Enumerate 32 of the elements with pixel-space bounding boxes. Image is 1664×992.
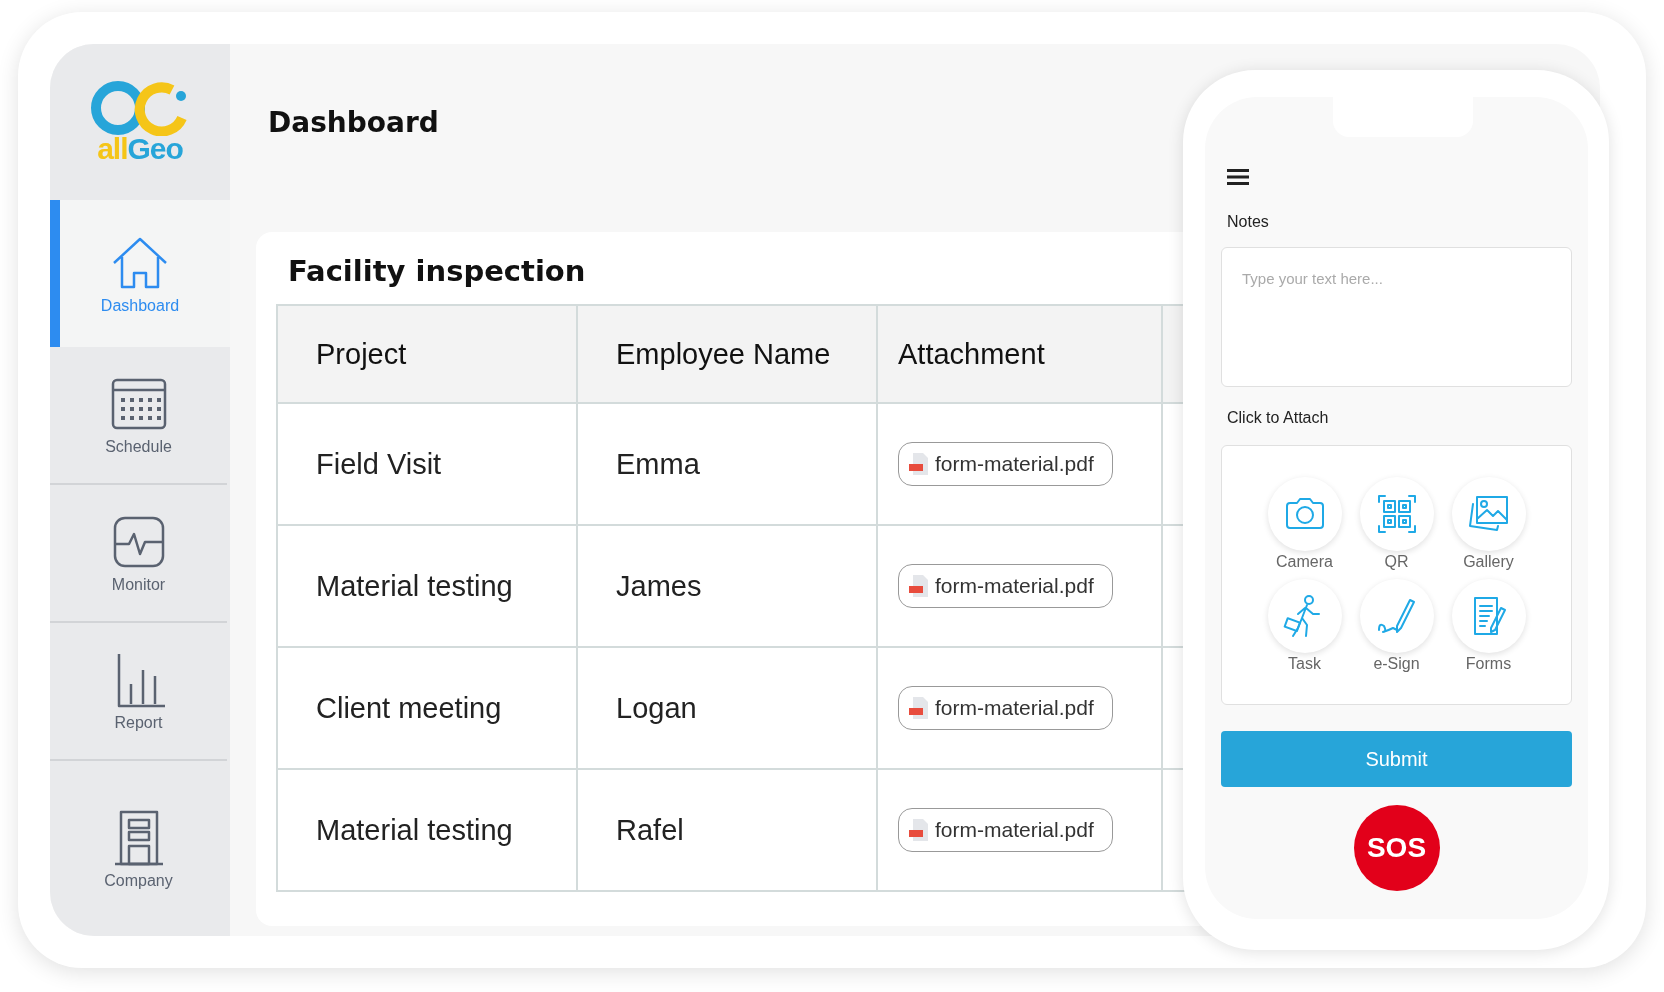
logo: allGeo xyxy=(90,80,190,164)
menu-icon[interactable] xyxy=(1227,167,1251,187)
attachment-chip[interactable]: form-material.pdf xyxy=(898,686,1113,730)
sidebar-item[interactable]: Report xyxy=(50,623,227,761)
attachment-chip[interactable]: form-material.pdf xyxy=(898,442,1113,486)
sos-button[interactable]: SOS xyxy=(1353,805,1440,891)
pdf-file-icon xyxy=(909,575,929,597)
table-cell: James xyxy=(616,569,702,603)
notes-label: Notes xyxy=(1227,213,1270,231)
column-header: Project xyxy=(316,337,407,371)
page-title: Dashboard xyxy=(268,105,439,139)
notes-field[interactable]: Type your text here... xyxy=(1221,247,1572,387)
column-header: Attachment xyxy=(898,337,1045,371)
sidebar-item[interactable]: Company xyxy=(50,761,227,936)
attachment-chip[interactable]: form-material.pdf xyxy=(898,564,1113,608)
table-cell: Emma xyxy=(616,447,700,481)
pdf-file-icon xyxy=(909,453,929,475)
table-cell: Material testing xyxy=(316,569,513,603)
table-cell: Logan xyxy=(616,691,697,725)
sidebar-item[interactable]: Schedule xyxy=(50,347,227,485)
attach-label: Click to Attach xyxy=(1227,409,1330,427)
table-cell: Client meeting xyxy=(316,691,502,725)
attachment-chip[interactable]: form-material.pdf xyxy=(898,808,1113,852)
sidebar-item[interactable]: Dashboard xyxy=(50,200,230,347)
table-cell: Material testing xyxy=(316,813,513,847)
card-title: Facility inspection xyxy=(288,254,586,288)
table-cell: Rafel xyxy=(616,813,684,847)
sidebar-item[interactable]: Monitor xyxy=(50,485,227,623)
column-header: Employee Name xyxy=(616,337,831,371)
pdf-file-icon xyxy=(909,819,929,841)
table-cell: Field Visit xyxy=(316,447,442,481)
pdf-file-icon xyxy=(909,697,929,719)
